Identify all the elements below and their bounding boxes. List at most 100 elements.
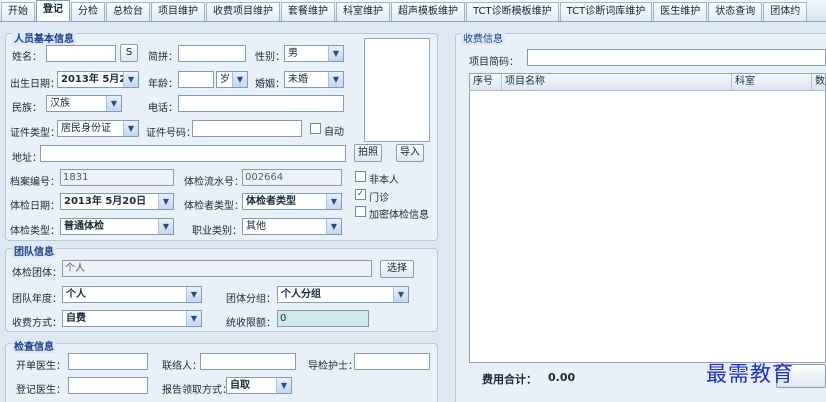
guide-nurse-input[interactable] — [354, 353, 430, 370]
exam-type-value: 普通体检 — [64, 221, 104, 232]
age-unit-value: 岁 — [220, 74, 230, 85]
tab-10[interactable]: TCT诊断词库维护 — [559, 2, 653, 21]
address-label: 地址： — [12, 153, 42, 164]
tab-13[interactable]: 团体约 — [763, 2, 808, 21]
group-label: 体检团体： — [12, 268, 62, 279]
tab-6[interactable]: 套餐维护 — [281, 2, 335, 21]
report-select[interactable]: 自取 ▼ — [226, 377, 292, 394]
contact-input[interactable] — [200, 353, 296, 370]
examinee-type-label: 体检者类型： — [184, 201, 244, 212]
pinyin-input[interactable] — [178, 45, 246, 62]
secret-label: 加密体检信息 — [369, 210, 429, 221]
gender-select[interactable]: 男 ▼ — [284, 45, 344, 62]
pinyin-label: 简拼： — [148, 52, 178, 63]
choose-group-button[interactable]: 选择 — [380, 260, 414, 278]
column-header-qty[interactable]: 数量 — [812, 74, 826, 90]
serial-label: 体检流水号： — [184, 177, 244, 188]
clinic-checkbox[interactable]: ✓ — [355, 189, 366, 200]
team-info-title: 团队信息 — [12, 243, 56, 258]
column-header-name[interactable]: 项目名称 — [502, 74, 732, 90]
pay-select[interactable]: 自费 ▼ — [62, 310, 202, 327]
subgroup-select[interactable]: 个人分组 ▼ — [277, 286, 409, 303]
chevron-down-icon: ▼ — [158, 194, 173, 209]
auto-label: 自动 — [324, 127, 344, 138]
tab-8[interactable]: 超声模板维护 — [391, 2, 465, 21]
id-type-value: 居民身份证 — [61, 123, 111, 134]
tab-12[interactable]: 状态查询 — [708, 2, 763, 21]
year-select[interactable]: 个人 ▼ — [62, 286, 202, 303]
age-unit-select[interactable]: 岁 ▼ — [216, 71, 248, 88]
column-header-index[interactable]: 序号 — [470, 74, 502, 90]
examinee-type-select[interactable]: 体检者类型 ▼ — [242, 193, 342, 210]
tab-4[interactable]: 项目维护 — [151, 2, 205, 21]
job-select[interactable]: 其他 ▼ — [242, 218, 342, 235]
secret-checkbox[interactable] — [355, 206, 366, 217]
address-input[interactable] — [40, 145, 346, 162]
fee-item-table[interactable]: 序号 项目名称 科室 数量 — [469, 73, 826, 363]
tab-2[interactable]: 分检 — [71, 2, 105, 21]
report-label: 报告领取方式： — [162, 385, 232, 396]
id-number-input[interactable] — [192, 120, 302, 137]
tab-5[interactable]: 收费项目维护 — [206, 2, 280, 21]
chevron-down-icon: ▼ — [326, 219, 341, 234]
birth-date-picker[interactable]: 2013年 5月20 ▼ — [57, 71, 139, 88]
limit-label: 统收限额： — [226, 318, 276, 329]
pay-label: 收费方式： — [12, 318, 62, 329]
check-info-title: 检查信息 — [12, 338, 56, 353]
order-doctor-input[interactable] — [68, 353, 148, 370]
serial-input[interactable]: 002664 — [242, 169, 342, 186]
item-code-input[interactable] — [527, 49, 826, 66]
reg-doctor-input[interactable] — [68, 377, 148, 394]
examinee-type-value: 体检者类型 — [246, 196, 296, 207]
column-header-dept[interactable]: 科室 — [732, 74, 812, 90]
year-value: 个人 — [66, 289, 86, 300]
tab-0[interactable]: 开始 — [1, 2, 35, 21]
year-label: 团队年度： — [12, 294, 62, 305]
tab-7[interactable]: 科室维护 — [336, 2, 390, 21]
tab-9[interactable]: TCT诊断模板维护 — [466, 2, 559, 21]
limit-input[interactable]: 0 — [277, 310, 369, 327]
phone-input[interactable] — [178, 95, 344, 112]
item-code-label: 项目简码： — [469, 57, 519, 68]
tab-3[interactable]: 总检台 — [106, 2, 150, 21]
chevron-down-icon: ▼ — [326, 194, 341, 209]
photo-box — [364, 38, 430, 142]
ethnic-select[interactable]: 汉族 ▼ — [46, 95, 122, 112]
chevron-down-icon: ▼ — [106, 96, 121, 111]
group-input[interactable]: 个人 — [62, 260, 372, 277]
s-button[interactable]: S — [120, 44, 138, 62]
job-value: 其他 — [246, 221, 266, 232]
take-photo-button[interactable]: 拍照 — [354, 144, 382, 162]
chevron-down-icon: ▼ — [186, 311, 201, 326]
age-input[interactable] — [178, 71, 214, 88]
not-self-checkbox[interactable] — [355, 171, 366, 182]
subgroup-label: 团体分组： — [226, 294, 276, 305]
chevron-down-icon: ▼ — [158, 219, 173, 234]
birth-label: 出生日期： — [10, 79, 60, 90]
chevron-down-icon: ▼ — [123, 72, 138, 87]
job-label: 职业类别： — [192, 226, 242, 237]
exam-date-picker[interactable]: 2013年 5月20日 ▼ — [60, 193, 174, 210]
name-input[interactable] — [46, 45, 116, 62]
tab-11[interactable]: 医生维护 — [653, 2, 708, 21]
watermark-text: 最需教育 — [706, 362, 794, 386]
chevron-down-icon: ▼ — [328, 46, 343, 61]
contact-label: 联络人： — [162, 361, 202, 372]
ethnic-value: 汉族 — [50, 98, 70, 109]
chevron-down-icon: ▼ — [276, 378, 291, 393]
exam-type-select[interactable]: 普通体检 ▼ — [60, 218, 174, 235]
exam-type-label: 体检类型： — [10, 226, 60, 237]
gender-label: 性别： — [255, 52, 285, 63]
import-photo-button[interactable]: 导入 — [396, 144, 424, 162]
archive-input[interactable]: 1831 — [60, 169, 174, 186]
clinic-label: 门诊 — [369, 193, 389, 204]
marital-select[interactable]: 未婚 ▼ — [284, 71, 344, 88]
id-type-select[interactable]: 居民身份证 ▼ — [57, 120, 139, 137]
auto-checkbox[interactable] — [310, 123, 321, 134]
chevron-down-icon: ▼ — [232, 72, 247, 87]
tab-1[interactable]: 登记 — [36, 0, 70, 21]
tab-bar: 开始 登记 分检 总检台 项目维护 收费项目维护 套餐维护 科室维护 超声模板维护 TCT诊断模板… — [0, 0, 826, 22]
id-number-label: 证件号码： — [146, 128, 196, 139]
reg-doctor-label: 登记医生： — [16, 385, 66, 396]
id-type-label: 证件类型： — [10, 128, 60, 139]
